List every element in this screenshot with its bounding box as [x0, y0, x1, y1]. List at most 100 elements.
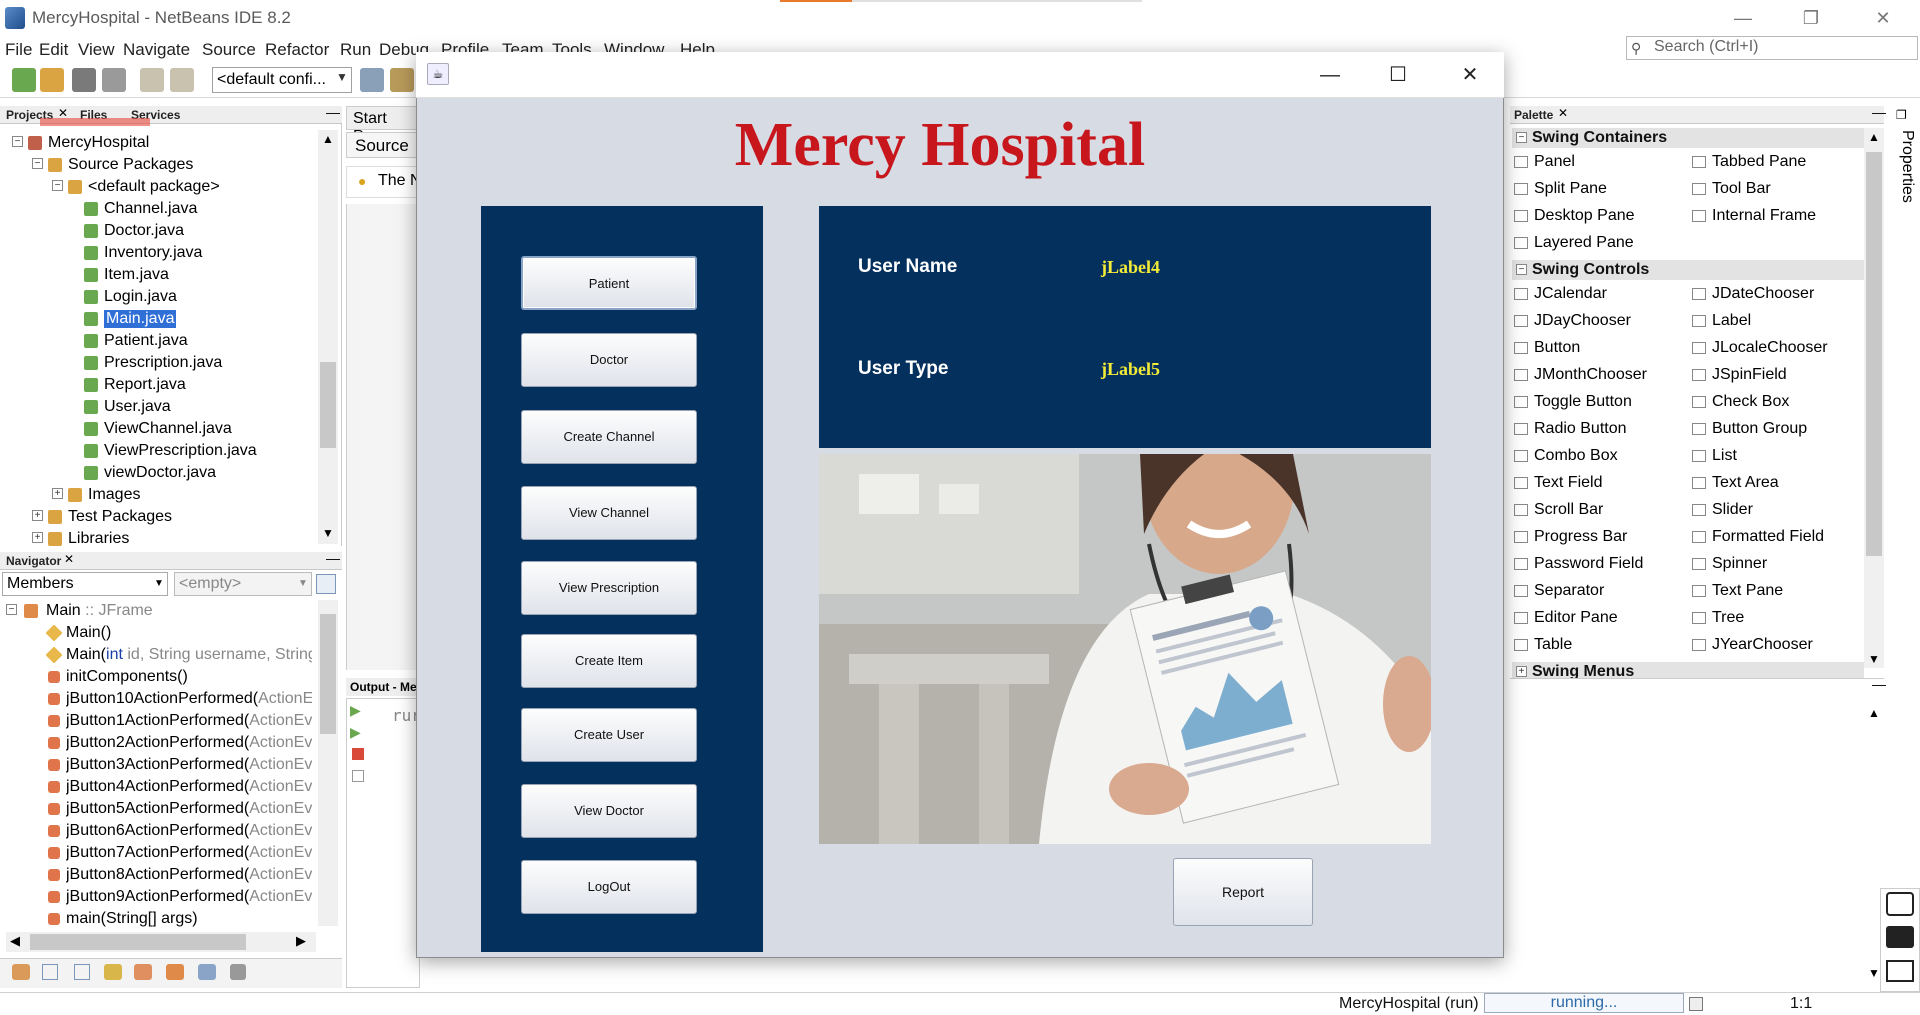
- navigator-member[interactable]: jButton4ActionPerformed(ActionEv: [66, 778, 312, 796]
- chevron-up-icon[interactable]: ▲: [1868, 706, 1880, 720]
- video-icon[interactable]: [1886, 926, 1914, 948]
- navigator-member[interactable]: main(String[] args): [66, 910, 312, 928]
- palette-item[interactable]: JDayChooser: [1534, 312, 1631, 330]
- palette-item[interactable]: Split Pane: [1534, 180, 1607, 198]
- tree-expander-icon[interactable]: −: [1516, 264, 1527, 275]
- palette-item[interactable]: Tool Bar: [1712, 180, 1771, 198]
- view-channel-button[interactable]: View Channel: [521, 486, 697, 540]
- palette-scroll-thumb[interactable]: [1866, 152, 1882, 556]
- sort-by-source-icon[interactable]: [230, 964, 246, 980]
- close-icon[interactable]: ✕: [1558, 106, 1568, 120]
- navigator-member[interactable]: initComponents(): [66, 668, 312, 686]
- palette-item[interactable]: Separator: [1534, 582, 1604, 600]
- minimize-panel-icon[interactable]: —: [326, 550, 340, 566]
- close-icon[interactable]: ✕: [64, 552, 74, 566]
- tree-item-label[interactable]: <default package>: [88, 178, 220, 196]
- palette-item[interactable]: Slider: [1712, 501, 1753, 519]
- minimize-panel-icon[interactable]: —: [1872, 676, 1886, 692]
- tree-item-label[interactable]: Doctor.java: [104, 222, 184, 240]
- navigator-title[interactable]: Navigator: [6, 554, 61, 568]
- save-all-icon[interactable]: [102, 68, 126, 92]
- tree-expander-icon[interactable]: −: [52, 180, 63, 191]
- tree-item-label[interactable]: Prescription.java: [104, 354, 222, 372]
- tree-item-label[interactable]: Patient.java: [104, 332, 188, 350]
- menu-view[interactable]: View: [78, 40, 115, 60]
- palette-item[interactable]: JMonthChooser: [1534, 366, 1647, 384]
- palette-item[interactable]: Tree: [1712, 609, 1744, 627]
- palette-item[interactable]: Internal Frame: [1712, 207, 1816, 225]
- build-hammer-icon[interactable]: [360, 68, 384, 92]
- rerun-icon[interactable]: ▶: [350, 702, 361, 719]
- create-channel-button[interactable]: Create Channel: [521, 410, 697, 464]
- tree-expander-icon[interactable]: +: [32, 532, 43, 543]
- navigator-options-icon[interactable]: [316, 574, 336, 594]
- view-prescription-button[interactable]: View Prescription: [521, 561, 697, 615]
- open-project-icon[interactable]: [72, 68, 96, 92]
- tab-start-page[interactable]: Start Pag: [346, 106, 420, 145]
- tree-item-label[interactable]: Item.java: [104, 266, 169, 284]
- navigator-member[interactable]: Main :: JFrame: [46, 602, 312, 620]
- restore-icon[interactable]: ❐: [1896, 108, 1907, 122]
- palette-title[interactable]: Palette: [1514, 108, 1553, 122]
- palette-item[interactable]: Label: [1712, 312, 1751, 330]
- palette-item[interactable]: Formatted Field: [1712, 528, 1824, 546]
- navigator-member[interactable]: jButton1ActionPerformed(ActionEv: [66, 712, 312, 730]
- minimize-panel-icon[interactable]: —: [1872, 104, 1886, 120]
- new-project-icon[interactable]: [40, 68, 64, 92]
- menu-source[interactable]: Source: [202, 40, 256, 60]
- palette-item[interactable]: Button: [1534, 339, 1580, 357]
- clean-build-icon[interactable]: [390, 68, 414, 92]
- tree-expander-icon[interactable]: −: [12, 136, 23, 147]
- chevron-left-icon[interactable]: ◀: [10, 933, 20, 949]
- palette-item[interactable]: Editor Pane: [1534, 609, 1618, 627]
- menu-run[interactable]: Run: [340, 40, 371, 60]
- tree-item-label[interactable]: Login.java: [104, 288, 177, 306]
- tree-item-label[interactable]: Test Packages: [68, 508, 172, 526]
- palette-item[interactable]: List: [1712, 447, 1737, 465]
- screen-capture-icon[interactable]: [1886, 960, 1914, 982]
- palette-item[interactable]: Text Pane: [1712, 582, 1783, 600]
- tab-source[interactable]: Source: [346, 132, 420, 158]
- close-icon[interactable]: ✕: [1860, 4, 1906, 32]
- palette-item[interactable]: Progress Bar: [1534, 528, 1627, 546]
- palette-item[interactable]: Desktop Pane: [1534, 207, 1635, 225]
- patient-button[interactable]: Patient: [521, 256, 697, 310]
- tree-item-label[interactable]: MercyHospital: [48, 134, 149, 152]
- tree-item-label[interactable]: Source Packages: [68, 156, 193, 174]
- projects-scrollbar[interactable]: [318, 130, 338, 544]
- palette-item[interactable]: Text Field: [1534, 474, 1602, 492]
- rerun-different-icon[interactable]: ▶: [350, 724, 361, 741]
- output-settings-icon[interactable]: [352, 770, 364, 782]
- palette-item[interactable]: Tabbed Pane: [1712, 153, 1806, 171]
- chevron-down-icon[interactable]: ▼: [1868, 652, 1880, 666]
- app-close-icon[interactable]: ✕: [1450, 60, 1490, 90]
- tree-expander-icon[interactable]: +: [1516, 666, 1527, 677]
- tree-expander-icon[interactable]: −: [1516, 132, 1527, 143]
- palette-item[interactable]: JDateChooser: [1712, 285, 1814, 303]
- members-filter-select[interactable]: Members: [2, 572, 168, 596]
- minimize-icon[interactable]: —: [1720, 4, 1766, 32]
- palette-item[interactable]: JLocaleChooser: [1712, 339, 1828, 357]
- palette-item[interactable]: Panel: [1534, 153, 1575, 171]
- palette-item[interactable]: Text Area: [1712, 474, 1779, 492]
- menu-navigate[interactable]: Navigate: [123, 40, 190, 60]
- navigator-member[interactable]: Main(int id, String username, String: [66, 646, 312, 664]
- app-minimize-icon[interactable]: —: [1310, 60, 1350, 90]
- palette-item[interactable]: JSpinField: [1712, 366, 1787, 384]
- palette-item[interactable]: JYearChooser: [1712, 636, 1813, 654]
- tree-expander-icon[interactable]: −: [32, 158, 43, 169]
- palette-item[interactable]: Spinner: [1712, 555, 1767, 573]
- navigator-member[interactable]: jButton2ActionPerformed(ActionEv: [66, 734, 312, 752]
- properties-tab-label[interactable]: Properties: [1898, 130, 1916, 203]
- chevron-right-icon[interactable]: ▶: [296, 933, 306, 949]
- menu-file[interactable]: File: [5, 40, 32, 60]
- output-tab-label[interactable]: Output - Me: [350, 680, 417, 694]
- palette-item[interactable]: Scroll Bar: [1534, 501, 1603, 519]
- palette-category-label[interactable]: Swing Containers: [1532, 129, 1667, 147]
- restore-icon[interactable]: ❐: [1788, 4, 1834, 32]
- new-file-icon[interactable]: [12, 68, 36, 92]
- sort-by-name-icon[interactable]: [198, 964, 216, 980]
- navigator-member[interactable]: jButton6ActionPerformed(ActionEv: [66, 822, 312, 840]
- chevron-down-icon[interactable]: ▼: [322, 526, 334, 540]
- navigator-member[interactable]: Main(): [66, 624, 312, 642]
